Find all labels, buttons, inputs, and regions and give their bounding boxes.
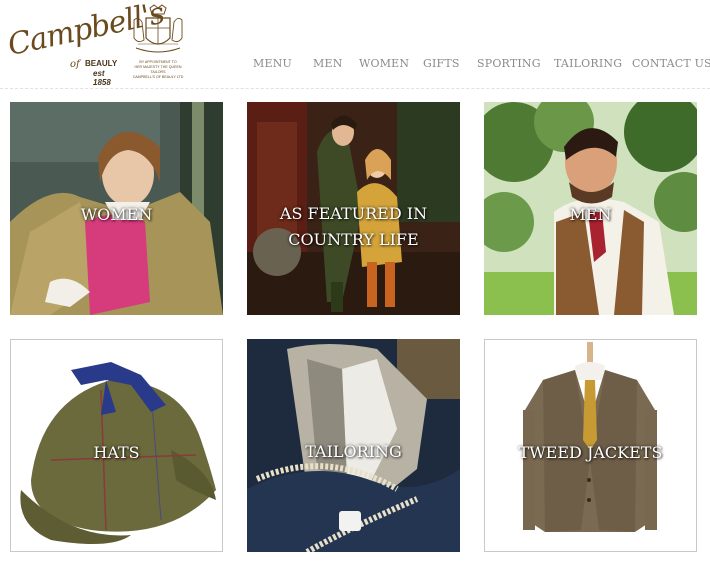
tile-men[interactable]: MEN [484,102,697,315]
tile-women-label: WOMEN [80,205,153,224]
crest-text-line: CAMPBELL'S OF BEAULY LTD [132,75,184,79]
tile-tailoring-label: TAILORING [305,442,402,461]
tile-country-life-label-line1: AS FEATURED IN [279,204,428,223]
tile-tweed-jackets-label: TWEED JACKETS [518,443,663,462]
nav-women[interactable]: WOMEN [359,57,409,70]
tile-hats[interactable]: HATS [10,339,223,552]
tile-tailoring[interactable]: TAILORING [247,339,460,552]
tile-men-label: MEN [569,205,612,224]
nav-men[interactable]: MEN [313,57,343,70]
tile-country-life-label: AS FEATURED IN COUNTRY LIFE [247,201,460,253]
campbells-logo[interactable]: Campbell's of BEAULY est 1858 [5,0,167,87]
tile-women[interactable]: WOMEN [10,102,223,315]
nav-menu[interactable]: MENU [253,57,292,70]
logo-beauly-text: BEAULY [85,59,118,68]
header-divider [0,88,710,89]
royal-warrant-crest: BY APPOINTMENT TO HER MAJESTY THE QUEEN … [128,4,188,79]
nav-gifts[interactable]: GIFTS [423,57,460,70]
logo-of-text: of [70,59,80,70]
site-header: Campbell's of BEAULY est 1858 BY APPOINT… [0,0,710,88]
tile-country-life[interactable]: AS FEATURED IN COUNTRY LIFE [247,102,460,315]
tile-country-life-label-line2: COUNTRY LIFE [288,230,419,249]
crest-icon [133,4,183,53]
nav-sporting[interactable]: SPORTING [477,57,541,70]
tile-tweed-jackets[interactable]: TWEED JACKETS [484,339,697,552]
nav-contact-us[interactable]: CONTACT US [632,57,710,70]
tile-hats-label: HATS [93,443,140,462]
logo-est-text: est 1858 [93,69,111,87]
nav-tailoring[interactable]: TAILORING [554,57,622,70]
